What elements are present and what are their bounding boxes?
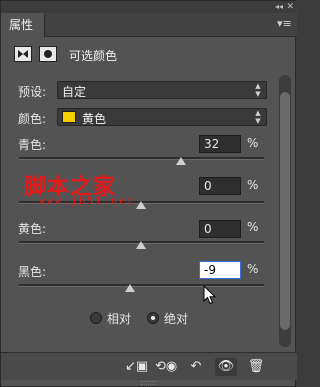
properties-panel: ◂◂ ✕ 属性 ▾≡ 可选颜色 预设: 自定 ▲ ▼ 颜色: 黄色 ▲ ▼ 青色: … (0, 0, 297, 387)
cyan-value-field[interactable]: 32 (199, 135, 241, 153)
preset-label: 预设: (18, 85, 47, 99)
resize-gripper[interactable] (141, 381, 157, 385)
close-icon[interactable]: ✕ (286, 1, 294, 13)
vertical-scrollbar[interactable] (279, 75, 291, 347)
adjustment-header: 可选颜色 (1, 38, 297, 72)
yellow-slider-thumb[interactable] (136, 241, 146, 249)
magenta-slider-thumb[interactable] (136, 201, 146, 209)
adjustment-title: 可选颜色 (69, 49, 118, 63)
updown-arrows-icon: ▲ ▼ (255, 109, 261, 125)
slider-label-black: 黑色: (18, 265, 47, 279)
preset-value: 自定 (62, 85, 87, 99)
radio-relative-label[interactable]: 相对 (107, 310, 131, 327)
cyan-slider-track[interactable] (19, 157, 264, 160)
visibility-eye-icon[interactable]: 👁 (215, 358, 237, 376)
double-chevron-icon[interactable]: ◂◂ (275, 1, 283, 13)
colors-select[interactable]: 黄色 ▲ ▼ (57, 108, 267, 126)
panel-menu-icon[interactable]: ▾≡ (277, 17, 292, 31)
adjustment-layer-icon[interactable] (14, 46, 32, 62)
colors-value: 黄色 (82, 112, 107, 126)
tab-properties[interactable]: 属性 (1, 13, 45, 37)
black-value-field[interactable]: -9 (199, 261, 241, 279)
radio-absolute[interactable] (147, 312, 159, 324)
method-radio-group: 相对 绝对 (1, 309, 297, 327)
colors-label: 颜色: (18, 112, 47, 126)
reset-icon[interactable]: ↶ (185, 358, 207, 376)
scrollbar-thumb[interactable] (280, 92, 290, 330)
cyan-slider-thumb[interactable] (176, 157, 186, 165)
black-slider-track[interactable] (19, 284, 264, 287)
magenta-value-field[interactable]: 0 (199, 177, 241, 195)
cyan-unit: % (247, 136, 259, 150)
slider-label-cyan: 青色: (18, 138, 47, 152)
panel-top-strip: ◂◂ ✕ (1, 1, 297, 13)
preset-select[interactable]: 自定 ▲ ▼ (57, 81, 267, 99)
magenta-unit: % (247, 178, 259, 192)
watermark-url: www.jb51.net (39, 196, 136, 207)
slider-label-yellow: 黄色: (18, 222, 47, 236)
panel-tab-bar: 属性 ▾≡ (1, 13, 297, 37)
mouse-cursor-icon (203, 285, 217, 305)
layer-mask-icon[interactable] (39, 46, 57, 62)
yellow-unit: % (247, 220, 259, 234)
radio-relative[interactable] (90, 312, 102, 324)
view-previous-state-icon[interactable]: ⟲◉ (155, 358, 177, 376)
color-swatch (62, 111, 76, 123)
black-unit: % (247, 262, 259, 276)
yellow-value-field[interactable]: 0 (199, 220, 241, 238)
trash-icon[interactable]: 🗑 (245, 358, 267, 376)
radio-absolute-label[interactable]: 绝对 (164, 310, 188, 327)
updown-arrows-icon: ▲ ▼ (255, 82, 261, 98)
bottom-toolbar: ↙▣ ⟲◉ ↶ 👁 🗑 (1, 352, 297, 380)
clip-to-layer-icon[interactable]: ↙▣ (125, 358, 148, 376)
black-slider-thumb[interactable] (125, 284, 135, 292)
